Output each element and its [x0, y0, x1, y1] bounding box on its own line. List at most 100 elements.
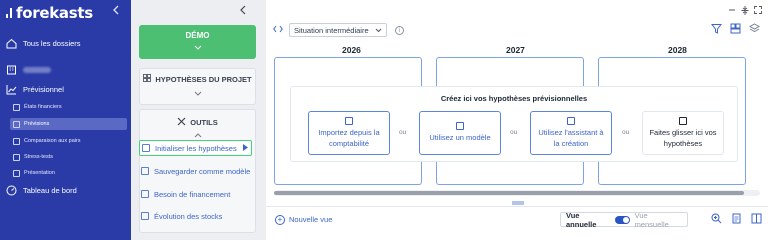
horizontal-scrollbar-thumb[interactable]	[274, 191, 744, 195]
bottom-tools	[711, 213, 762, 224]
sidebar-item-presentation[interactable]: Présentation	[10, 167, 127, 179]
minimize-icon[interactable]	[728, 6, 736, 17]
collapse-panel-icon[interactable]	[239, 4, 247, 18]
sidebar-item-label: Stress-tests	[24, 154, 54, 160]
use-template-option[interactable]: Utilisez un modèle	[419, 111, 501, 155]
year-header-2028: 2028	[668, 45, 687, 55]
hypotheses-title-text: HYPOTHÈSES DU PROJET	[155, 74, 252, 84]
nav-dashboard[interactable]: Tableau de bord	[6, 185, 77, 196]
monthly-view-label[interactable]: Vue mensuelle	[635, 211, 682, 229]
home-icon	[6, 38, 17, 49]
document-icon	[13, 103, 20, 111]
nav-previsionnel-label: Prévisionnel	[23, 85, 64, 94]
creation-assistant-option[interactable]: Utilisez l'assistant à la création	[530, 111, 612, 155]
chevron-down-icon	[375, 26, 382, 35]
pulse-icon	[13, 153, 20, 161]
sidebar-item-label: États financiers	[24, 104, 62, 110]
sidebar: forekasts Tous les dossiers Prévisionnel…	[0, 0, 131, 240]
save-icon	[141, 167, 149, 175]
tool-besoin-financement[interactable]: Besoin de financement	[139, 186, 230, 202]
option-label-line1: Utilisez un modèle	[429, 133, 491, 143]
new-view-label: Nouvelle vue	[289, 215, 333, 224]
magic-wand-icon	[567, 117, 575, 126]
scenario-toolbar: Situation intermédiaire i	[266, 19, 768, 41]
scenario-value: Situation intermédiaire	[294, 25, 369, 35]
box-icon	[141, 212, 149, 220]
separator-text: ou	[622, 129, 630, 136]
view-switch[interactable]	[615, 215, 630, 224]
sidebar-item-label: Présentation	[24, 170, 55, 176]
create-hypotheses-title: Créez ici vos hypothèses prévisionnelles	[440, 94, 588, 103]
logo-mark-icon	[6, 8, 12, 18]
grid-icon	[143, 74, 152, 84]
report-icon[interactable]	[731, 213, 742, 224]
option-label-line2: hypothèses	[663, 138, 703, 148]
logo-text: forekasts	[16, 4, 93, 22]
presentation-icon	[13, 169, 20, 177]
nav-all-folders[interactable]: Tous les dossiers	[6, 38, 81, 49]
split-view-icon[interactable]	[751, 213, 762, 224]
tools-icon	[177, 117, 186, 128]
view-tools	[710, 23, 761, 34]
year-header-2027: 2027	[506, 45, 525, 55]
sidebar-item-label: Comparaison aux pairs	[24, 138, 81, 144]
briefcase-icon	[456, 122, 464, 131]
sidebar-item-comparaison[interactable]: Comparaison aux pairs	[10, 135, 127, 147]
nav-all-folders-label: Tous les dossiers	[23, 39, 81, 48]
tool-label: Besoin de financement	[154, 189, 231, 199]
filter-icon[interactable]	[710, 23, 723, 34]
code-brackets-icon[interactable]	[273, 25, 283, 35]
view-period-toggle[interactable]: Vue annuelle Vue mensuelle	[560, 211, 688, 229]
chevron-down-icon	[139, 43, 256, 52]
drag-hypotheses-option[interactable]: Faites glisser ici vos hypothèses	[642, 111, 724, 155]
app-logo[interactable]: forekasts	[6, 4, 93, 22]
nav-previsionnel[interactable]: Prévisionnel	[6, 84, 64, 95]
fullscreen-icon[interactable]	[754, 6, 762, 17]
option-label-line1: Importez depuis la	[318, 128, 380, 138]
file-import-icon	[345, 117, 353, 126]
building-icon	[6, 64, 17, 75]
sidebar-item-etats-financiers[interactable]: États financiers	[10, 101, 127, 113]
layers-icon[interactable]	[748, 23, 761, 34]
option-label-line1: Faites glisser ici vos	[649, 128, 717, 138]
chevron-up-icon[interactable]	[140, 131, 255, 140]
import-accounting-option[interactable]: Importez depuis la comptabilité	[308, 111, 390, 155]
layout-grid-icon[interactable]	[730, 23, 741, 34]
tool-initialiser-hypotheses[interactable]: Initialiser les hypothèses	[139, 140, 252, 156]
caret-right-icon	[243, 143, 248, 153]
demo-button[interactable]: DÉMO	[139, 25, 256, 59]
scenario-select[interactable]: Situation intermédiaire	[289, 23, 387, 37]
new-view-button[interactable]: + Nouvelle vue	[275, 214, 333, 225]
collapse-sidebar-icon[interactable]	[112, 4, 120, 18]
sidebar-item-label: Prévisions	[24, 121, 50, 127]
sidebar-item-previsions[interactable]: Prévisions	[10, 118, 127, 130]
gauge-icon	[6, 185, 17, 196]
calculator-icon	[141, 190, 149, 198]
hypotheses-card[interactable]: HYPOTHÈSES DU PROJET	[139, 68, 256, 105]
nav-company[interactable]	[6, 64, 51, 75]
annual-view-label[interactable]: Vue annuelle	[566, 211, 610, 229]
compare-icon	[13, 137, 20, 145]
tool-label: Évolution des stocks	[154, 211, 223, 221]
nav-dashboard-label: Tableau de bord	[23, 186, 77, 195]
zoom-icon[interactable]	[711, 213, 722, 224]
option-label-line2: la création	[553, 138, 589, 148]
tool-sauvegarder-modele[interactable]: Sauvegarder comme modèle	[139, 163, 250, 179]
outils-title: OUTILS	[140, 117, 255, 128]
option-label-line1: Utilisez l'assistant à	[538, 128, 604, 138]
hypotheses-panel: DÉMO HYPOTHÈSES DU PROJET OUTILS Initial…	[131, 0, 262, 240]
sidebar-item-stress-tests[interactable]: Stress-tests	[10, 151, 127, 163]
year-header-2026: 2026	[342, 45, 361, 55]
drag-arrow-icon	[679, 117, 687, 126]
separator-text: ou	[510, 129, 518, 136]
hypotheses-title: HYPOTHÈSES DU PROJET	[140, 74, 255, 84]
option-label-line2: comptabilité	[328, 138, 369, 148]
tool-evolution-stocks[interactable]: Évolution des stocks	[139, 208, 222, 224]
window-controls	[728, 6, 762, 17]
info-icon[interactable]: i	[395, 25, 404, 35]
calendar-icon	[142, 144, 150, 152]
compress-icon[interactable]	[741, 6, 749, 17]
plus-icon: +	[275, 214, 285, 225]
chevron-down-icon[interactable]	[140, 89, 255, 98]
main-area: Situation intermédiaire i 2026 2027 2028…	[266, 0, 768, 240]
